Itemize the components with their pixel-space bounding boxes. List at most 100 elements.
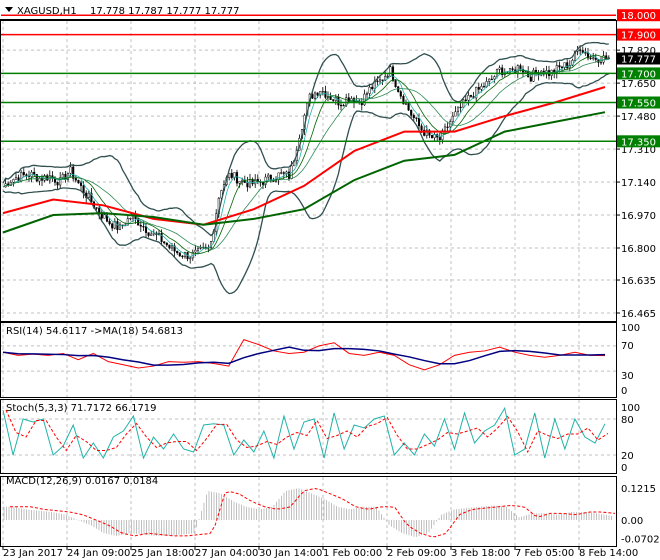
time-label: 25 Jan 18:00	[131, 548, 194, 559]
price-tick-label: 16.800	[621, 244, 656, 255]
rsi-tick-label: 100	[621, 323, 640, 334]
stoch-title: Stoch(5,3,3) 71.7172 66.1719	[6, 403, 157, 414]
candle-body	[56, 182, 59, 186]
price-tick-label: 17.650	[621, 79, 656, 90]
candle-body	[490, 78, 493, 81]
candle-body	[430, 135, 434, 139]
level-label: 17.900	[621, 31, 656, 42]
candle-body	[77, 179, 80, 184]
candle-body	[79, 182, 83, 186]
price-tick-label: 17.140	[621, 178, 656, 189]
candle-body	[329, 96, 332, 100]
candle-body	[579, 49, 582, 51]
grid	[1, 21, 616, 546]
macd-tick-label: -0.0702	[621, 535, 660, 546]
candle-body	[386, 75, 389, 78]
candle-body	[417, 117, 421, 127]
ohlc-values: 17.778 17.787 17.777 17.777	[90, 6, 240, 17]
candle-body	[560, 66, 564, 69]
macd-title: MACD(12,26,9) 0.0167 0.0184	[6, 476, 158, 487]
chart-window: 17.820 17.650 17.480 17.310 17.140 16.970 16.8…	[0, 0, 660, 560]
macd-tick-label: 0.00	[621, 516, 643, 527]
candle-body	[368, 86, 371, 94]
candle-body	[443, 126, 447, 131]
candle-body	[139, 225, 142, 227]
candle-body	[108, 221, 111, 225]
candle-body	[511, 68, 514, 71]
candle-body	[464, 99, 467, 101]
stoch-signal-line	[5, 409, 609, 454]
candle-body	[371, 86, 374, 90]
ma-short	[2, 50, 609, 257]
stoch-tick-label: 100	[621, 403, 640, 414]
candle-body	[376, 80, 379, 83]
time-label: 1 Feb 00:00	[323, 548, 382, 559]
candle-body	[342, 104, 345, 107]
candle-body	[321, 90, 324, 93]
candle-body	[519, 65, 522, 70]
candle-body	[381, 79, 384, 81]
rsi-title: RSI(14) 54.6117 ->MA(18) 54.6813	[6, 326, 183, 337]
candle-body	[230, 172, 233, 178]
candle-body	[412, 115, 415, 118]
candle-body	[524, 71, 527, 73]
candle-body	[462, 99, 465, 108]
candle-body	[69, 166, 72, 174]
candle-body	[12, 179, 15, 183]
rsi-tick-label: 30	[621, 371, 634, 382]
candle-body	[558, 65, 561, 68]
candle-body	[454, 111, 457, 117]
candle-body	[87, 192, 90, 198]
candle-body	[438, 136, 441, 140]
candle-body	[337, 96, 340, 106]
time-label: 7 Feb 05:00	[515, 548, 574, 559]
macd-tick-label: 0.1215	[621, 484, 656, 495]
candle-body	[235, 172, 239, 184]
candle-body	[165, 242, 168, 246]
stoch-tick-label: 20	[621, 451, 634, 462]
macd-signal-line	[10, 487, 616, 538]
candle-body	[477, 87, 480, 90]
time-label: 2 Feb 09:00	[387, 548, 446, 559]
candle-body	[181, 255, 184, 258]
candle-body	[129, 217, 132, 220]
candle-body	[313, 92, 317, 99]
candle-body	[189, 257, 192, 260]
candle-body	[394, 80, 397, 88]
price-tick-label: 16.970	[621, 211, 656, 222]
macd-panel[interactable]	[3, 487, 616, 538]
candle-body	[248, 178, 252, 188]
candle-body	[59, 177, 62, 186]
level-label: 17.700	[621, 69, 656, 80]
candle-body	[488, 78, 491, 82]
candle-body	[254, 179, 257, 185]
price-tick-label: 16.465	[621, 309, 656, 320]
candle-body	[142, 225, 145, 228]
candle-body	[160, 233, 163, 242]
candle-body	[95, 207, 98, 209]
candle-body	[316, 92, 319, 96]
time-label: 30 Jan 14:00	[259, 548, 322, 559]
stoch-tick-label: 80	[621, 415, 634, 426]
candle-body	[493, 76, 496, 80]
collapse-triangle-icon[interactable]	[5, 7, 13, 12]
chart-canvas[interactable]: 17.82017.65017.48017.31017.14016.97016.8…	[0, 0, 660, 560]
symbol-label: XAGUSD,H1	[17, 6, 77, 17]
current-price-label: 17.777	[621, 54, 656, 65]
candle-body	[33, 171, 36, 175]
candle-body	[469, 95, 473, 97]
candle-body	[498, 67, 501, 70]
stoch-panel[interactable]	[2, 406, 609, 460]
main-chart[interactable]	[1, 14, 616, 295]
time-label: 8 Feb 14:00	[579, 548, 638, 559]
candle-body	[480, 86, 483, 90]
stoch-tick-label: 0	[621, 463, 627, 474]
candle-body	[238, 180, 241, 184]
candle-body	[566, 62, 569, 69]
candle-body	[332, 99, 335, 101]
candle-body	[420, 125, 423, 131]
candle-body	[280, 172, 283, 174]
candle-body	[100, 213, 103, 219]
candle-body	[168, 244, 171, 249]
candle-body	[407, 103, 410, 111]
